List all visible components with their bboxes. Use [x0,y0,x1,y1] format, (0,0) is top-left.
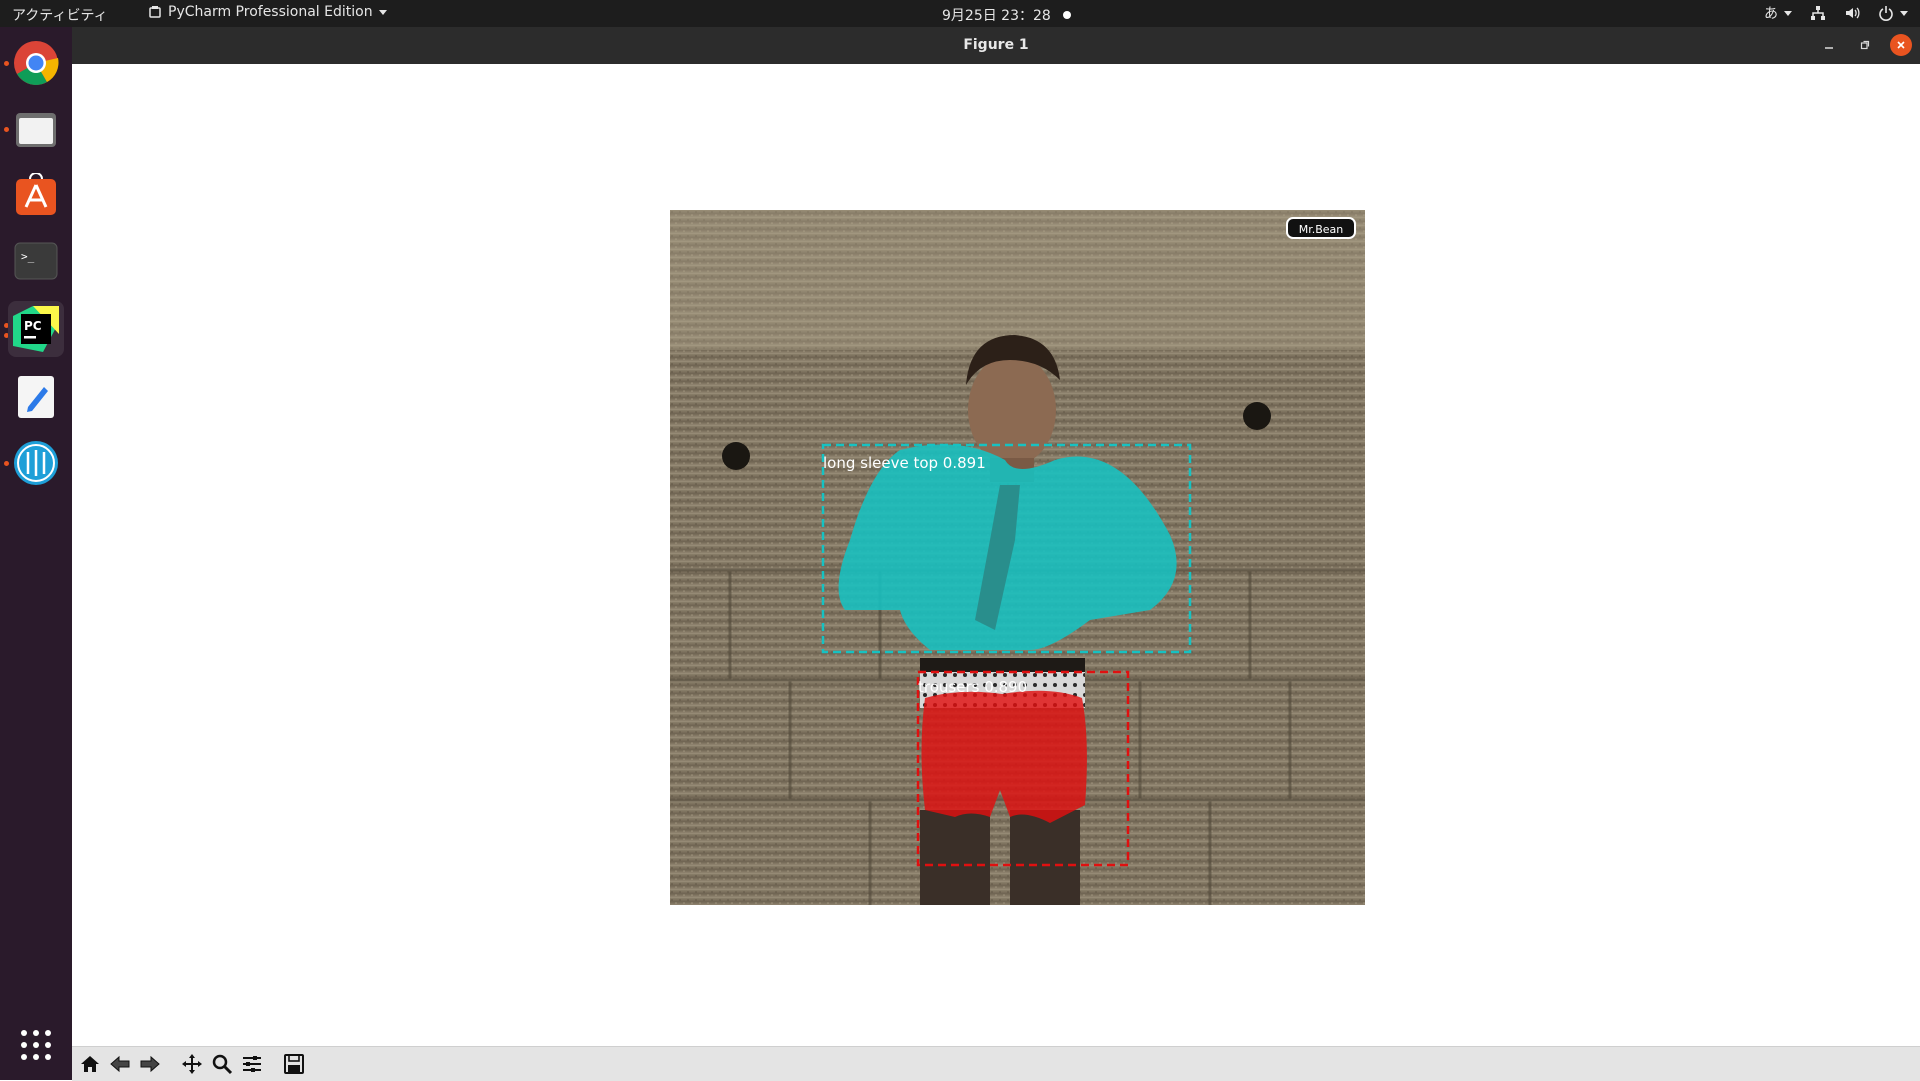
pan-icon [182,1054,202,1074]
configure-subplots-icon [243,1056,261,1072]
pan-button[interactable] [178,1050,206,1078]
back-button[interactable] [106,1050,134,1078]
figure-canvas[interactable]: Mr.Bean long sleeve top 0.891 trousers 0… [72,64,1920,1046]
maximize-button[interactable] [1854,34,1876,56]
app-menu-icon [149,6,161,18]
save-button[interactable] [280,1050,308,1078]
power-menu[interactable] [1878,5,1908,21]
window-controls [1818,34,1912,56]
pycharm-clone-icon [14,441,58,485]
dock-item-pycharm[interactable]: PC [8,301,64,357]
restore-icon [1860,40,1870,50]
network-icon [1811,6,1825,20]
app-menu[interactable]: PyCharm Professional Edition [148,4,387,20]
clock-label: 9月25日 23：28 [942,8,1051,24]
input-method-label: あ [1764,6,1778,22]
save-icon [284,1054,304,1074]
chevron-down-icon [1900,10,1908,16]
dock-item-terminal[interactable]: >_ [8,233,64,289]
chevron-down-icon [1784,10,1792,16]
app-menu-label: PyCharm Professional Edition [168,4,373,20]
activities-button[interactable]: アクティビティ [12,5,108,25]
minimize-icon [1825,47,1833,49]
power-icon [1879,6,1893,21]
chrome-icon [14,41,59,85]
detection-image: Mr.Bean [670,210,1365,905]
window-title: Figure 1 [963,37,1029,53]
pycharm-icon: PC [13,306,59,352]
terminal-icon: >_ [14,242,58,280]
figure-window: Figure 1 Mr.Bean long sleeve top 0.891 t… [72,27,1920,1081]
minimize-button[interactable] [1818,34,1840,56]
dock-item-files[interactable] [8,101,64,157]
software-center-icon [16,173,56,215]
home-icon [81,1056,99,1072]
system-tray[interactable]: あ [1764,3,1908,23]
dock-item-text-editor[interactable] [8,369,64,425]
image-axes[interactable]: Mr.Bean long sleeve top 0.891 trousers 0… [670,210,1365,905]
detection-label-trousers: trousers 0.890 [918,678,1028,696]
clock[interactable]: 9月25日 23：28 [942,5,1071,25]
home-button[interactable] [76,1050,104,1078]
files-icon [16,113,56,147]
chevron-down-icon [378,9,387,15]
grid-icon [21,1030,51,1060]
forward-icon [140,1055,160,1073]
dock: >_ PC [0,27,72,1080]
window-titlebar[interactable]: Figure 1 [72,27,1920,64]
forward-button[interactable] [136,1050,164,1078]
svg-text:>_: >_ [21,250,35,263]
detection-label-top: long sleeve top 0.891 [823,454,986,472]
svg-text:PC: PC [24,319,42,333]
zoom-button[interactable] [208,1050,236,1078]
volume-icon [1846,7,1860,19]
dock-item-chrome[interactable] [8,35,64,91]
show-applications-button[interactable] [8,1017,64,1073]
matplotlib-toolbar [72,1046,1920,1081]
notification-dot-icon [1062,11,1071,19]
dock-item-pycharm-clone[interactable] [8,435,64,491]
configure-subplots-button[interactable] [238,1050,266,1078]
watermark: Mr.Bean [1299,223,1344,236]
dock-item-software-center[interactable] [8,167,64,223]
zoom-icon [212,1054,233,1075]
close-icon [1897,41,1905,49]
back-icon [110,1055,130,1073]
input-method[interactable]: あ [1764,3,1792,23]
close-button[interactable] [1890,34,1912,56]
text-editor-icon [18,376,54,418]
top-bar: アクティビティ PyCharm Professional Edition 9月2… [0,0,1920,27]
